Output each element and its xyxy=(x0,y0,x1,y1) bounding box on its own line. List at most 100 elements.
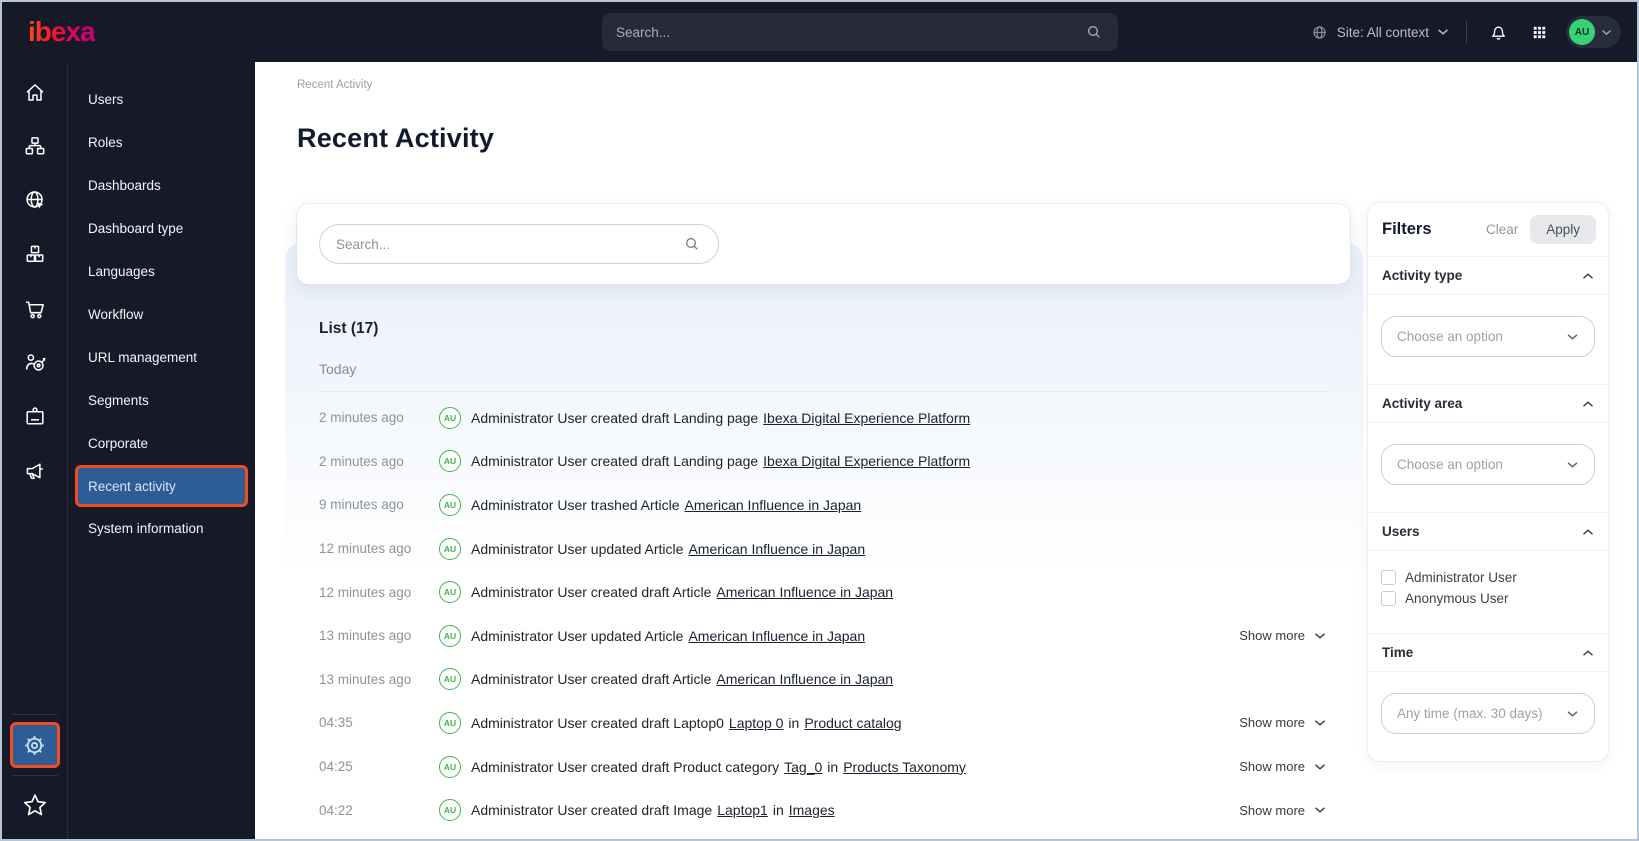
sidebar-item-segments[interactable]: Segments xyxy=(75,379,248,422)
show-more-button[interactable]: Show more xyxy=(1239,628,1328,643)
page-title: Recent Activity xyxy=(297,123,495,153)
sidebar-item-recent-activity[interactable]: Recent activity xyxy=(75,465,248,507)
activity-list: List (17) Today 2 minutes ago AU Adminis… xyxy=(297,306,1350,832)
sidebar-item-dashboards[interactable]: Dashboards xyxy=(75,164,248,207)
nav-product-catalog[interactable] xyxy=(12,228,58,282)
location-link[interactable]: Images xyxy=(789,802,835,818)
time-select[interactable]: Any time (max. 30 days) xyxy=(1381,693,1595,734)
content-link[interactable]: Ibexa Digital Experience Platform xyxy=(763,453,970,469)
nav-corporate[interactable] xyxy=(12,390,58,444)
chevron-down-icon xyxy=(1315,720,1325,726)
user-avatar: AU xyxy=(439,406,461,429)
site-context-selector[interactable]: Site: All context xyxy=(1310,23,1449,42)
activity-row: 13 minutes ago AU Administrator User upd… xyxy=(319,614,1328,658)
search-icon[interactable] xyxy=(1084,22,1104,42)
filter-section-users: Users Administrator User Anonymous User xyxy=(1368,512,1608,633)
content-link[interactable]: Tag_0 xyxy=(784,759,822,775)
content-link[interactable]: American Influence in Japan xyxy=(716,671,893,687)
apply-filters-button[interactable]: Apply xyxy=(1530,215,1596,244)
activity-time: 12 minutes ago xyxy=(319,584,412,600)
topbar-right: Site: All context AU xyxy=(1310,16,1621,48)
activity-description: Administrator User created draft Article… xyxy=(471,671,894,688)
activity-type-select[interactable]: Choose an option xyxy=(1381,316,1595,357)
content-link[interactable]: American Influence in Japan xyxy=(688,628,865,644)
activity-search-input[interactable] xyxy=(336,236,682,252)
sidebar-item-languages[interactable]: Languages xyxy=(75,250,248,293)
ibexa-admin-window: ibexa Site: All context xyxy=(0,0,1639,841)
clear-filters-button[interactable]: Clear xyxy=(1486,222,1518,237)
user-avatar: AU xyxy=(439,755,461,778)
nav-site[interactable] xyxy=(12,174,58,228)
activity-description: Administrator User created draft Image La… xyxy=(471,802,835,819)
nav-home[interactable] xyxy=(12,66,58,120)
user-avatar: AU xyxy=(439,624,461,647)
nav-content-tree[interactable] xyxy=(12,120,58,174)
global-search-input[interactable] xyxy=(616,24,1084,40)
chevron-down-icon xyxy=(1437,28,1449,36)
sidebar-item-users[interactable]: Users xyxy=(75,78,248,121)
breadcrumb[interactable]: Recent Activity xyxy=(297,79,372,91)
filter-section-header[interactable]: Users xyxy=(1368,513,1608,550)
user-avatar: AU xyxy=(439,799,461,822)
location-link[interactable]: Products Taxonomy xyxy=(843,759,966,775)
checkbox[interactable] xyxy=(1381,591,1396,606)
content-link[interactable]: American Influence in Japan xyxy=(688,541,865,557)
nav-commerce[interactable] xyxy=(12,282,58,336)
content-link[interactable]: American Influence in Japan xyxy=(716,584,893,600)
sidebar-item-workflow[interactable]: Workflow xyxy=(75,293,248,336)
activity-description: Administrator User created draft Landing… xyxy=(471,453,971,470)
magnifier-icon[interactable] xyxy=(682,234,702,254)
sidebar-item-url-management[interactable]: URL management xyxy=(75,336,248,379)
global-search[interactable] xyxy=(602,13,1118,51)
notifications-button[interactable] xyxy=(1484,18,1512,46)
sidebar-item-roles[interactable]: Roles xyxy=(75,121,248,164)
user-menu-button[interactable]: AU xyxy=(1566,16,1621,48)
content-link[interactable]: Laptop 0 xyxy=(729,715,784,731)
sidebar-item-dashboard-type[interactable]: Dashboard type xyxy=(75,207,248,250)
filter-section-header[interactable]: Time xyxy=(1368,634,1608,671)
checkbox-administrator-user[interactable]: Administrator User xyxy=(1381,567,1595,588)
cart-icon xyxy=(25,301,44,319)
filter-section-header[interactable]: Activity area xyxy=(1368,385,1608,422)
filter-section-time: Time Any time (max. 30 days) xyxy=(1368,633,1608,761)
app-grid-button[interactable] xyxy=(1525,18,1553,46)
show-more-button[interactable]: Show more xyxy=(1239,803,1328,818)
nav-settings-active[interactable] xyxy=(9,722,60,768)
filter-section-activity-area: Activity area Choose an option xyxy=(1368,384,1608,512)
checkbox[interactable] xyxy=(1381,570,1396,585)
list-divider xyxy=(319,391,1328,392)
ibexa-logo: ibexa xyxy=(28,16,96,47)
location-link[interactable]: Product catalog xyxy=(804,715,901,731)
user-avatar: AU xyxy=(439,668,461,691)
rail-divider xyxy=(11,714,58,715)
activity-time: 04:22 xyxy=(319,802,353,818)
activity-description: Administrator User created draft Landing… xyxy=(471,409,971,426)
user-avatar: AU xyxy=(439,581,461,604)
activity-search[interactable] xyxy=(319,224,719,264)
activity-description: Administrator User created draft Product… xyxy=(471,758,966,775)
content-link[interactable]: American Influence in Japan xyxy=(685,497,862,513)
list-title: List (17) xyxy=(319,320,379,337)
group-label-today: Today xyxy=(319,361,357,377)
sidebar-item-corporate[interactable]: Corporate xyxy=(75,422,248,465)
filter-section-header[interactable]: Activity type xyxy=(1368,257,1608,294)
activity-time: 13 minutes ago xyxy=(319,628,412,644)
chevron-up-icon xyxy=(1583,400,1593,407)
activity-description: Administrator User created draft Article… xyxy=(471,584,894,601)
chevron-up-icon xyxy=(1583,649,1593,656)
activity-row: 04:25 AU Administrator User created draf… xyxy=(319,745,1328,789)
main-content: Recent Activity Recent Activity List (17… xyxy=(255,62,1637,839)
content-link[interactable]: Ibexa Digital Experience Platform xyxy=(763,410,970,426)
show-more-button[interactable]: Show more xyxy=(1239,759,1328,774)
content-link[interactable]: Laptop1 xyxy=(717,802,768,818)
checkbox-anonymous-user[interactable]: Anonymous User xyxy=(1381,588,1595,609)
nav-bookmarks[interactable] xyxy=(12,783,58,827)
person-target-icon xyxy=(25,354,45,371)
sidebar-item-system-information[interactable]: System information xyxy=(75,507,248,550)
show-more-button[interactable]: Show more xyxy=(1239,715,1328,730)
activity-row: 2 minutes ago AU Administrator User crea… xyxy=(319,396,1328,440)
nav-campaign[interactable] xyxy=(12,444,58,498)
activity-time: 9 minutes ago xyxy=(319,497,404,513)
activity-area-select[interactable]: Choose an option xyxy=(1381,444,1595,485)
nav-personalization[interactable] xyxy=(12,336,58,390)
